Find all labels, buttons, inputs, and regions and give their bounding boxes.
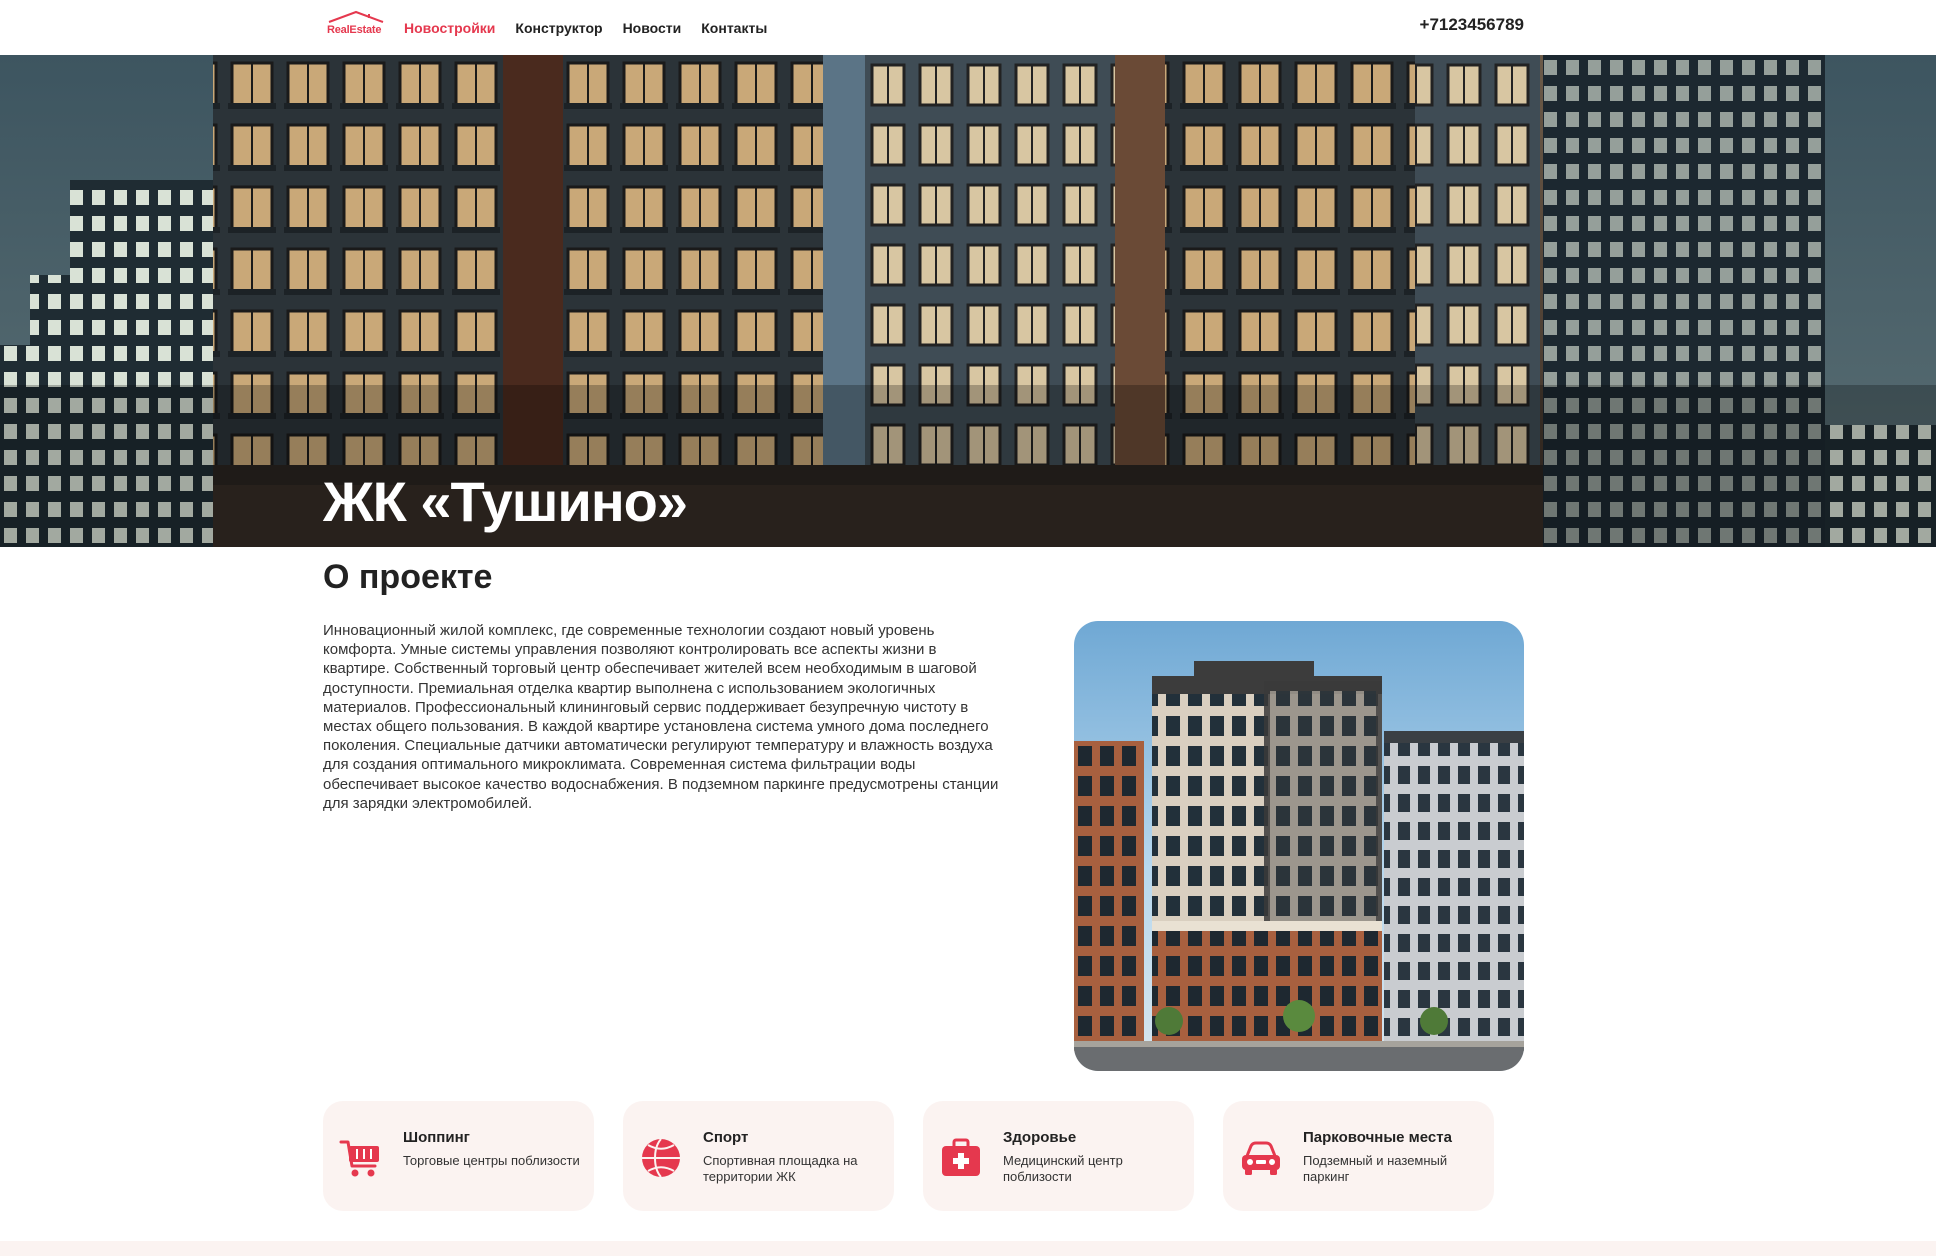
- house-roof-icon: [328, 10, 384, 23]
- main-nav: Новостройки Конструктор Новости Контакты: [404, 0, 767, 55]
- logo[interactable]: RealEstate: [325, 10, 385, 38]
- feature-title: Спорт: [703, 1129, 749, 1146]
- nav-item-novostroyki[interactable]: Новостройки: [404, 20, 495, 36]
- about-text: Инновационный жилой комплекс, где соврем…: [323, 622, 999, 812]
- basketball-icon: [642, 1138, 680, 1178]
- feature-desc: Торговые центры поблизости: [403, 1153, 580, 1168]
- logo-text: RealEstate: [327, 24, 382, 36]
- hero-banner: ЖК «Тушино»: [0, 55, 1936, 547]
- medical-kit-icon: [942, 1138, 980, 1176]
- feature-desc: Подземный и наземный паркинг: [1303, 1153, 1448, 1184]
- feature-card-sport: Спорт Спортивная площадка на территории …: [623, 1101, 894, 1211]
- building-illustration: [1074, 661, 1524, 1071]
- nav-item-kontakty[interactable]: Контакты: [701, 20, 767, 36]
- feature-desc: Спортивная площадка на территории ЖК: [703, 1153, 858, 1184]
- about-building-image: [1074, 621, 1524, 1071]
- header-inner: RealEstate Новостройки Конструктор Новос…: [323, 0, 1524, 55]
- feature-desc: Медицинский центр поблизости: [1003, 1153, 1123, 1184]
- feature-title: Парковочные места: [1303, 1129, 1452, 1146]
- feature-card-health: Здоровье Медицинский центр поблизости: [923, 1101, 1194, 1211]
- feature-title: Шоппинг: [403, 1129, 470, 1146]
- features-row: Шоппинг Торговые центры поблизости Спорт…: [323, 1101, 1497, 1211]
- hero-title: ЖК «Тушино»: [323, 470, 688, 533]
- nav-item-novosti[interactable]: Новости: [623, 20, 682, 36]
- hero-building-image: [0, 55, 1936, 547]
- car-icon: [1242, 1141, 1280, 1175]
- about-title: О проекте: [323, 558, 493, 596]
- footer-strip: [0, 1241, 1936, 1256]
- feature-title: Здоровье: [1003, 1129, 1077, 1146]
- feature-card-parking: Парковочные места Подземный и наземный п…: [1223, 1101, 1494, 1211]
- nav-item-konstruktor[interactable]: Конструктор: [515, 20, 602, 36]
- shopping-cart-icon: [339, 1140, 379, 1177]
- site-header: RealEstate Новостройки Конструктор Новос…: [0, 0, 1936, 55]
- feature-card-shopping: Шоппинг Торговые центры поблизости: [323, 1101, 594, 1211]
- phone-number[interactable]: +7123456789: [1420, 15, 1524, 35]
